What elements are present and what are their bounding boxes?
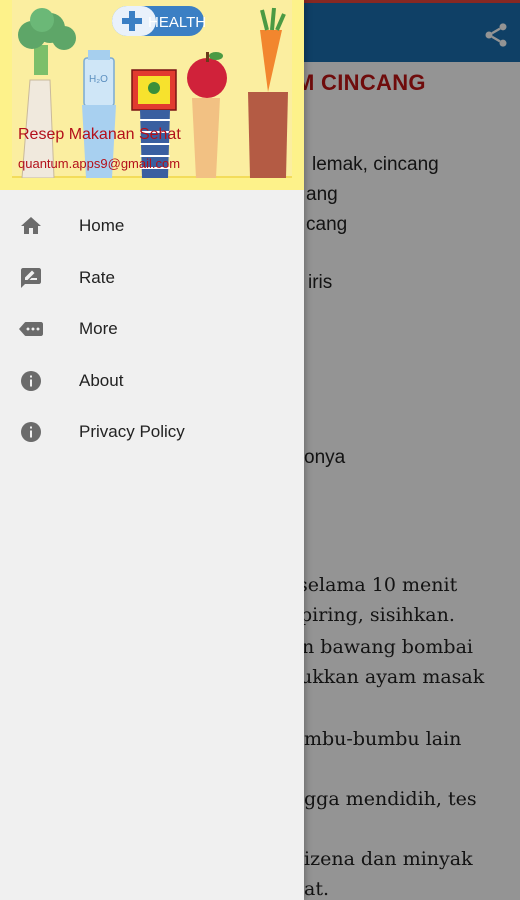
menu-label: Privacy Policy: [79, 422, 185, 442]
rate-icon: [19, 266, 43, 290]
menu-item-privacy-policy[interactable]: Privacy Policy: [0, 406, 304, 458]
apple-icon: [187, 52, 227, 98]
menu-item-home[interactable]: Home: [0, 200, 304, 252]
menu-label: More: [79, 319, 118, 339]
more-icon: [19, 317, 43, 341]
menu-item-about[interactable]: About: [0, 355, 304, 407]
menu-label: About: [79, 370, 124, 390]
carrot-icon: [260, 7, 286, 92]
broccoli-icon: [18, 8, 76, 75]
drawer-menu: Home Rate More About Privacy Policy: [0, 200, 304, 458]
app-name: Resep Makanan Sehat: [18, 126, 181, 143]
info-icon: [19, 420, 43, 444]
menu-item-rate[interactable]: Rate: [0, 252, 304, 304]
info-icon: [19, 369, 43, 393]
svg-text:H₂O: H₂O: [89, 74, 108, 85]
menu-item-more[interactable]: More: [0, 303, 304, 355]
svg-text:HEALTH: HEALTH: [148, 14, 206, 31]
navigation-drawer: HEALTH H₂O Resep Makanan Sehat quantum.a…: [0, 0, 304, 900]
developer-email: quantum.apps9@gmail.com: [18, 156, 181, 171]
header-illustration: HEALTH H₂O: [12, 0, 292, 178]
water-bottle-icon: H₂O: [83, 50, 115, 107]
home-icon: [19, 214, 43, 238]
menu-label: Home: [79, 216, 125, 235]
drawer-header: HEALTH H₂O Resep Makanan Sehat quantum.a…: [0, 0, 304, 190]
menu-label: Rate: [79, 267, 115, 287]
food-package-icon: [131, 69, 177, 111]
